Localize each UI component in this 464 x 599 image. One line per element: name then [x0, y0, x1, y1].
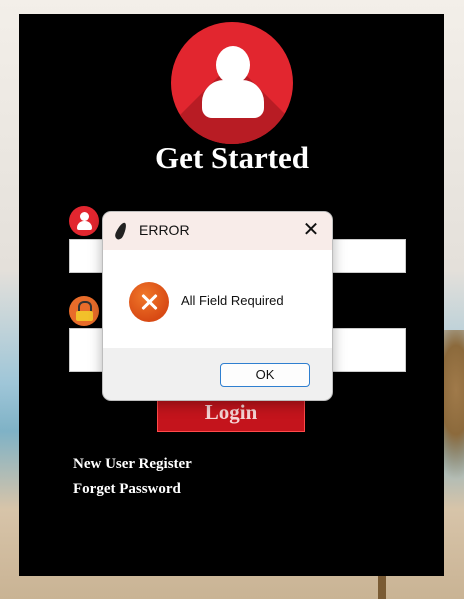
dialog-titlebar: ERROR ✕ [103, 212, 332, 250]
user-icon [69, 206, 99, 236]
lock-icon [69, 296, 99, 326]
feather-icon [113, 221, 129, 241]
user-avatar-icon [171, 22, 293, 144]
dialog-title: ERROR [139, 222, 190, 238]
close-icon[interactable]: ✕ [299, 218, 323, 242]
forget-password-link[interactable]: Forget Password [73, 481, 181, 498]
background-post [378, 575, 386, 599]
page-title: Get Started [154, 140, 310, 175]
ok-button[interactable]: OK [220, 363, 310, 387]
dialog-body: All Field Required [103, 250, 332, 348]
register-link[interactable]: New User Register [73, 456, 192, 473]
error-icon [129, 282, 169, 322]
dialog-message: All Field Required [181, 293, 284, 308]
error-dialog: ERROR ✕ All Field Required OK [103, 212, 332, 400]
